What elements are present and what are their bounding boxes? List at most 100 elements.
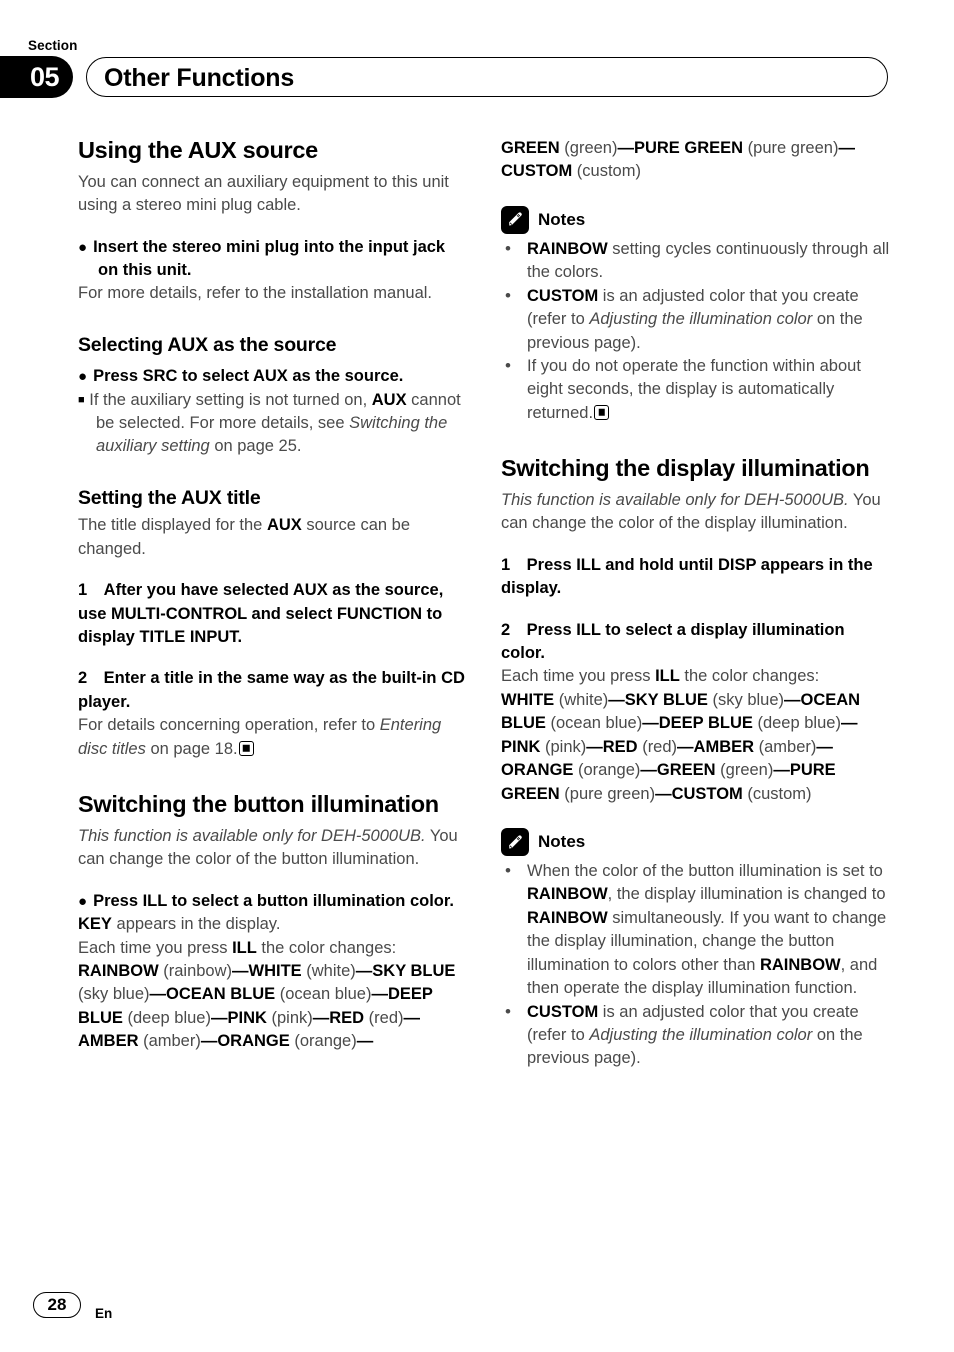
- sequence-dash: —: [200, 1032, 218, 1051]
- color-label: (red): [364, 1008, 404, 1027]
- button-illumination-color-sequence: RAINBOW (rainbow)—WHITE (white)—SKY BLUE…: [78, 960, 469, 1054]
- end-of-section-icon: [594, 404, 610, 420]
- bullet-dot-icon: ●: [78, 368, 94, 386]
- color-label: (custom): [742, 784, 812, 803]
- right-column: GREEN (green)—PURE GREEN (pure green)—CU…: [501, 137, 892, 1071]
- sequence-dash: —: [403, 1008, 421, 1027]
- left-column: Using the AUX source You can connect an …: [78, 137, 469, 1054]
- color-name: GREEN: [501, 139, 560, 157]
- heading-switching-button-illumination: Switching the button illumination: [78, 791, 439, 818]
- color-label: (rainbow): [158, 961, 233, 980]
- sequence-dash: —: [232, 961, 249, 980]
- setting-title-step-1: 1 After you have selected AUX as the sou…: [78, 581, 444, 646]
- notes-header-2: Notes: [501, 828, 892, 856]
- color-label: (ocean blue): [545, 714, 643, 733]
- color-name: CUSTOM: [501, 162, 573, 181]
- heading-using-aux-source: Using the AUX source: [78, 137, 318, 163]
- color-label: (ocean blue): [275, 985, 372, 1004]
- aux-intro-paragraph: You can connect an auxiliary equipment t…: [78, 172, 449, 215]
- display-illumination-step-2: 2 Press ILL to select a display illumina…: [501, 620, 845, 663]
- color-label: (orange): [289, 1032, 357, 1051]
- page-header: Section 05 Other Functions: [0, 0, 954, 120]
- color-name: AMBER: [78, 1032, 139, 1051]
- sequence-dash: —: [816, 737, 833, 756]
- button-illumination-intro: This function is available only for DEH-…: [78, 826, 458, 869]
- sequence-dash: —: [210, 1008, 228, 1027]
- sequence-dash: —: [655, 784, 672, 803]
- bullet-dot-icon: ●: [78, 238, 94, 256]
- color-name: PURE GREEN: [633, 139, 744, 157]
- display-illumination-each-line: Each time you press ILL the color change…: [501, 667, 820, 686]
- color-label: (custom): [572, 162, 641, 181]
- color-name: OCEAN BLUE: [166, 985, 276, 1004]
- button-illumination-key-line: KEY appears in the display.: [78, 915, 281, 934]
- color-label: (pink): [540, 737, 587, 756]
- note-item: When the color of the button illuminatio…: [501, 859, 892, 1001]
- color-name: SKY BLUE: [372, 961, 456, 980]
- sequence-dash: —: [586, 737, 603, 756]
- square-bullet-icon: ■: [78, 393, 85, 406]
- display-illumination-step-1: 1 Press ILL and hold until DISP appears …: [501, 555, 873, 598]
- color-name: RED: [329, 1008, 365, 1027]
- notes-header-1: Notes: [501, 205, 892, 234]
- color-name: ORANGE: [217, 1032, 290, 1051]
- sequence-dash: —: [355, 961, 373, 980]
- color-label: (amber): [754, 737, 817, 756]
- sequence-dash: —: [838, 139, 855, 157]
- section-number-badge: 05: [0, 56, 73, 98]
- end-of-section-icon: [238, 740, 254, 756]
- sequence-dash: —: [356, 1032, 374, 1051]
- pencil-icon: [501, 828, 529, 856]
- page-number-badge: 28: [33, 1292, 81, 1318]
- note-item: CUSTOM is an adjusted color that you cre…: [501, 1000, 892, 1071]
- heading-selecting-aux: Selecting AUX as the source: [78, 333, 337, 356]
- notes-label: Notes: [538, 209, 586, 229]
- display-illumination-intro: This function is available only for DEH-…: [501, 490, 881, 533]
- button-illumination-instruction: ●Press ILL to select a button illuminati…: [78, 891, 454, 910]
- pencil-icon: [501, 205, 529, 234]
- color-label: (sky blue): [707, 690, 785, 709]
- setting-title-step-2: 2 Enter a title in the same way as the b…: [78, 669, 465, 711]
- color-label: (pure green): [743, 139, 839, 157]
- color-label: (deep blue): [752, 714, 841, 733]
- heading-switching-display-illumination: Switching the display illumination: [501, 455, 870, 482]
- sequence-dash: —: [840, 714, 858, 733]
- note-item: RAINBOW setting cycles continuously thro…: [501, 237, 892, 285]
- button-illumination-color-sequence-continued: GREEN (green)—PURE GREEN (pure green)—CU…: [501, 137, 892, 184]
- button-illumination-each-line: Each time you press ILL the color change…: [78, 938, 397, 957]
- setting-title-step-2-detail: For details concerning operation, refer …: [78, 716, 442, 758]
- color-name: AMBER: [693, 737, 755, 756]
- color-name: GREEN: [656, 761, 716, 780]
- color-name: ORANGE: [501, 761, 574, 780]
- sequence-dash: —: [608, 690, 625, 709]
- color-name: SKY BLUE: [624, 690, 708, 709]
- color-label: (sky blue): [78, 985, 150, 1004]
- aux-insert-detail: For more details, refer to the installat…: [78, 284, 433, 303]
- sequence-dash: —: [784, 690, 801, 709]
- color-label: (pure green): [559, 784, 656, 803]
- press-src-instruction: ●Press SRC to select AUX as the source.: [78, 367, 404, 386]
- note-item: CUSTOM is an adjusted color that you cre…: [501, 284, 892, 355]
- color-name: PINK: [227, 1008, 267, 1027]
- display-illumination-color-sequence: WHITE (white)—SKY BLUE (sky blue)—OCEAN …: [501, 689, 892, 806]
- note-item: If you do not operate the function withi…: [501, 354, 892, 425]
- bullet-dot-icon: ●: [78, 892, 94, 910]
- notes-list-2: When the color of the button illuminatio…: [501, 859, 892, 1071]
- sequence-dash: —: [642, 714, 659, 733]
- setting-title-intro: The title displayed for the AUX source c…: [78, 516, 411, 558]
- page-footer: 28 En: [0, 1272, 954, 1352]
- notes-label: Notes: [538, 832, 586, 851]
- color-name: DEEP BLUE: [658, 714, 753, 733]
- sequence-dash: —: [371, 985, 388, 1004]
- sequence-dash: —: [640, 761, 657, 780]
- color-label: (green): [559, 139, 618, 157]
- sequence-dash: —: [149, 985, 167, 1004]
- color-label: (red): [637, 737, 678, 756]
- sequence-dash: —: [312, 1008, 330, 1027]
- sequence-dash: —: [773, 761, 790, 780]
- color-name: WHITE: [248, 961, 302, 980]
- color-name: WHITE: [501, 690, 555, 709]
- color-label: (orange): [573, 761, 641, 780]
- aux-insert-instruction: ●Insert the stereo mini plug into the in…: [78, 237, 446, 279]
- notes-list-1: RAINBOW setting cycles continuously thro…: [501, 237, 892, 425]
